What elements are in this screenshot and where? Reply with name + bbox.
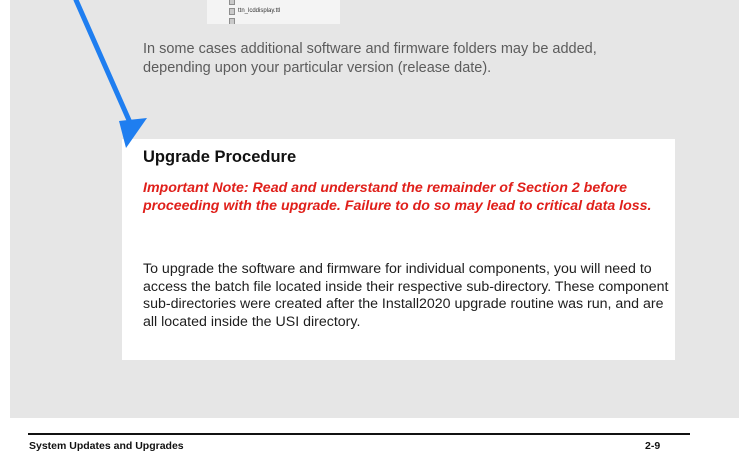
file-list-item xyxy=(229,0,238,5)
footer-rule xyxy=(28,433,690,435)
file-list-item xyxy=(229,17,238,24)
upgrade-procedure-callout: Upgrade Procedure Important Note: Read a… xyxy=(122,139,675,360)
file-icon xyxy=(229,17,235,24)
important-note: Important Note: Read and understand the … xyxy=(143,180,652,214)
body-paragraph: To upgrade the software and firmware for… xyxy=(143,261,669,330)
footer-title: System Updates and Upgrades xyxy=(29,440,184,452)
file-name: ttn_lcddisplay.ttl xyxy=(238,8,281,14)
file-icon xyxy=(229,0,235,5)
file-list-item: ttn_lcddisplay.ttl xyxy=(229,7,280,15)
intro-paragraph: In some cases additional software and fi… xyxy=(143,41,597,76)
file-list-screenshot: ttn_lcddisplay.ttl xyxy=(207,0,340,24)
page-number: 2-9 xyxy=(645,440,661,452)
file-icon xyxy=(229,7,235,15)
section-heading: Upgrade Procedure xyxy=(143,148,297,166)
